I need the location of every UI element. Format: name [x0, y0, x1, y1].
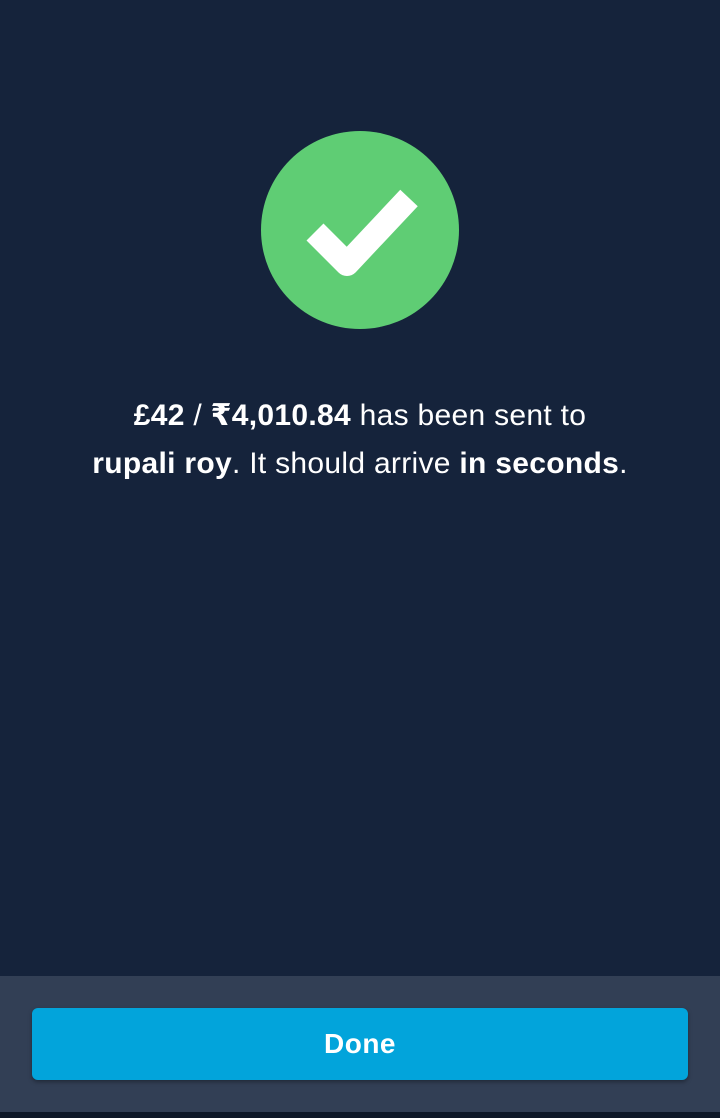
sent-to-text: has been sent to: [350, 399, 587, 432]
done-button[interactable]: Done: [32, 1008, 688, 1080]
target-amount: ₹4,010.84: [210, 399, 351, 432]
bottom-edge: [0, 1112, 720, 1118]
source-amount: £42: [133, 399, 185, 432]
success-check-circle: [261, 131, 459, 329]
message-end: .: [619, 447, 628, 480]
confirmation-message: £42 / ₹4,010.84 has been sent to rupali …: [40, 392, 680, 488]
footer-bar: Done: [0, 976, 720, 1112]
checkmark-icon: [306, 189, 418, 276]
transfer-success-screen: £42 / ₹4,010.84 has been sent to rupali …: [0, 0, 720, 1118]
arrival-eta: in seconds: [459, 447, 620, 480]
arrive-text: . It should arrive: [231, 447, 460, 480]
amount-separator: /: [184, 399, 211, 432]
recipient-name: rupali roy: [92, 447, 232, 480]
